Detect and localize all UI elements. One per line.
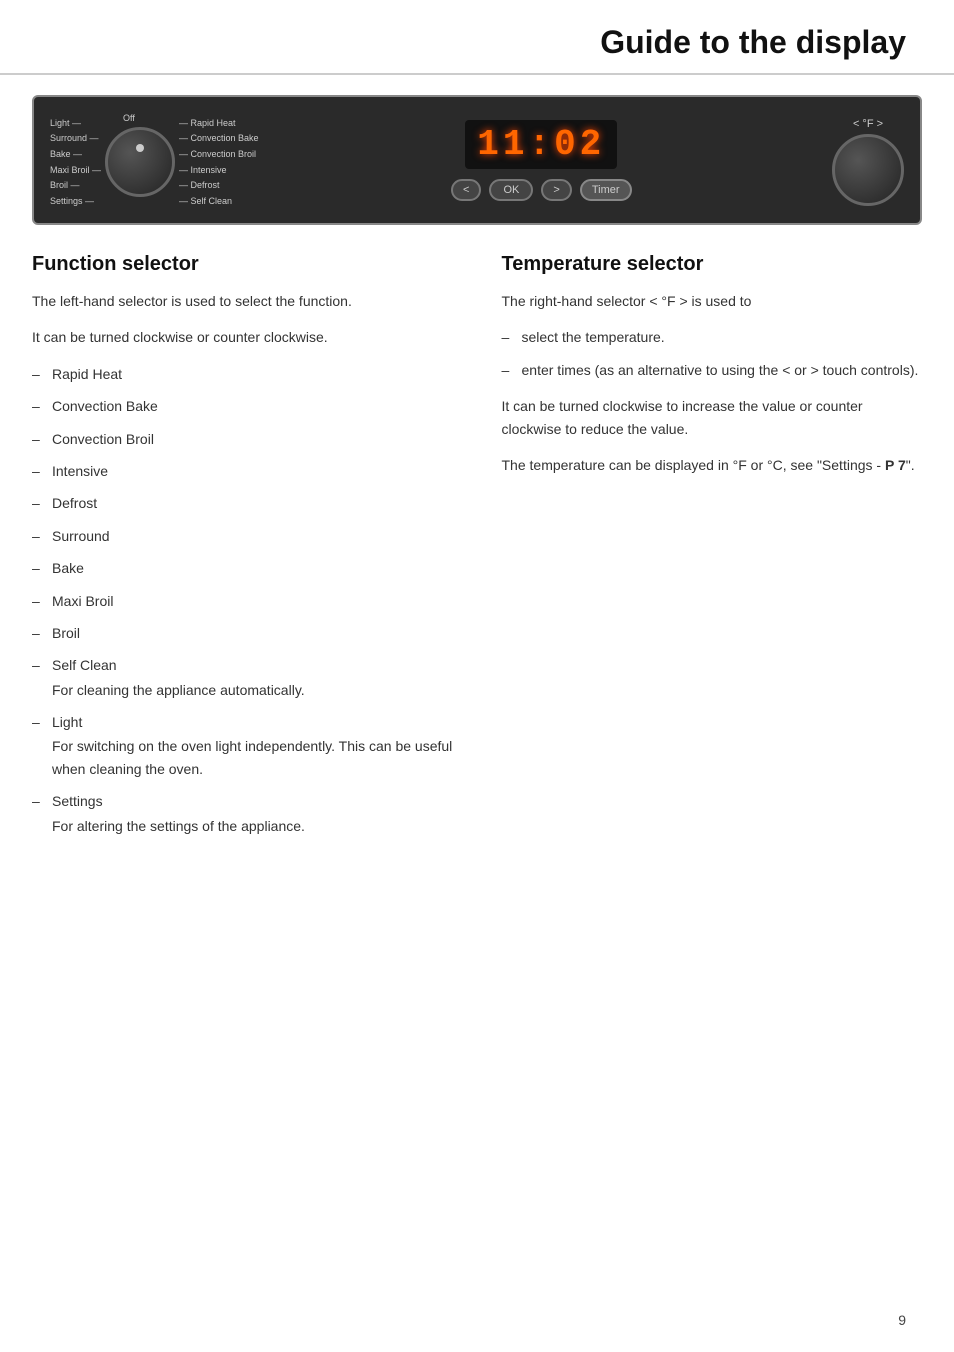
list-item: Broil	[32, 622, 453, 644]
label-off: Off	[123, 113, 135, 123]
right-dial-labels: — Rapid Heat — Convection Bake — Convect…	[179, 117, 259, 208]
temp-label: < °F >	[853, 118, 883, 130]
list-item: Intensive	[32, 460, 453, 482]
oven-panel: Light — Surround — Bake — Maxi Broil — B…	[32, 95, 922, 225]
temperature-selector-section: Temperature selector The right-hand sele…	[477, 253, 923, 847]
item-label: Bake	[52, 560, 84, 576]
page-header: Guide to the display	[0, 0, 954, 75]
list-item: Bake	[32, 557, 453, 579]
temperature-selector-title: Temperature selector	[502, 253, 923, 276]
item-label: Self Clean	[52, 657, 117, 673]
list-item: Settings For altering the settings of th…	[32, 790, 453, 837]
label-maxibroil: Maxi Broil —	[50, 164, 101, 177]
function-selector-title: Function selector	[32, 253, 453, 276]
time-display: 11:02	[465, 120, 617, 169]
label-bake: Bake —	[50, 148, 101, 161]
page-title: Guide to the display	[48, 24, 906, 61]
temp-list-item: enter times (as an alternative to using …	[502, 359, 923, 381]
list-item: Maxi Broil	[32, 590, 453, 612]
function-list: Rapid Heat Convection Bake Convection Br…	[32, 363, 453, 837]
temperature-para1: It can be turned clockwise to increase t…	[502, 395, 923, 440]
function-selector-intro2: It can be turned clockwise or counter cl…	[32, 326, 453, 348]
item-subtext: For altering the settings of the applian…	[52, 815, 453, 837]
label-light: Light —	[50, 117, 101, 130]
label-surround: Surround —	[50, 132, 101, 145]
item-label: Light	[52, 714, 82, 730]
label-convectionbroil: — Convection Broil	[179, 148, 259, 161]
label-selfclean: — Self Clean	[179, 195, 259, 208]
list-item: Defrost	[32, 492, 453, 514]
label-broil: Broil —	[50, 179, 101, 192]
ok-button[interactable]: OK	[489, 179, 533, 201]
item-label: Broil	[52, 625, 80, 641]
item-label: Convection Bake	[52, 398, 158, 414]
left-dial[interactable]	[105, 127, 175, 197]
right-dial-area: < °F >	[832, 118, 904, 206]
left-dial-labels: Light — Surround — Bake — Maxi Broil — B…	[50, 117, 101, 208]
item-label: Settings	[52, 793, 103, 809]
temperature-selector-intro: The right-hand selector < °F > is used t…	[502, 290, 923, 312]
item-subtext: For switching on the oven light independ…	[52, 735, 453, 780]
button-row: < OK > Timer	[451, 179, 631, 201]
left-button[interactable]: <	[451, 179, 481, 201]
temperature-list: select the temperature. enter times (as …	[502, 326, 923, 381]
label-settings: Settings —	[50, 195, 101, 208]
list-item: Rapid Heat	[32, 363, 453, 385]
dial-indicator	[136, 144, 144, 152]
temperature-para2: The temperature can be displayed in °F o…	[502, 454, 923, 476]
label-defrost: — Defrost	[179, 179, 259, 192]
item-label: Intensive	[52, 463, 108, 479]
function-selector-section: Function selector The left-hand selector…	[32, 253, 477, 847]
item-label: Convection Broil	[52, 431, 154, 447]
item-label: Rapid Heat	[52, 366, 122, 382]
timer-button[interactable]: Timer	[580, 179, 632, 201]
label-rapidheat: — Rapid Heat	[179, 117, 259, 130]
label-convectionbake: — Convection Bake	[179, 132, 259, 145]
item-label: Surround	[52, 528, 110, 544]
item-subtext: For cleaning the appliance automatically…	[52, 679, 453, 701]
function-selector-intro1: The left-hand selector is used to select…	[32, 290, 453, 312]
list-item: Self Clean For cleaning the appliance au…	[32, 654, 453, 701]
list-item: Surround	[32, 525, 453, 547]
list-item: Light For switching on the oven light in…	[32, 711, 453, 780]
left-dial-section: Light — Surround — Bake — Maxi Broil — B…	[50, 117, 259, 208]
item-label: Defrost	[52, 495, 97, 511]
label-intensive: — Intensive	[179, 164, 259, 177]
list-item: Convection Broil	[32, 428, 453, 450]
main-content: Function selector The left-hand selector…	[0, 253, 954, 847]
temp-list-item: select the temperature.	[502, 326, 923, 348]
page-number: 9	[898, 1312, 906, 1328]
center-display: 11:02 < OK > Timer	[259, 120, 824, 205]
right-dial[interactable]	[832, 134, 904, 206]
item-label: Maxi Broil	[52, 593, 113, 609]
right-button[interactable]: >	[541, 179, 571, 201]
list-item: Convection Bake	[32, 395, 453, 417]
